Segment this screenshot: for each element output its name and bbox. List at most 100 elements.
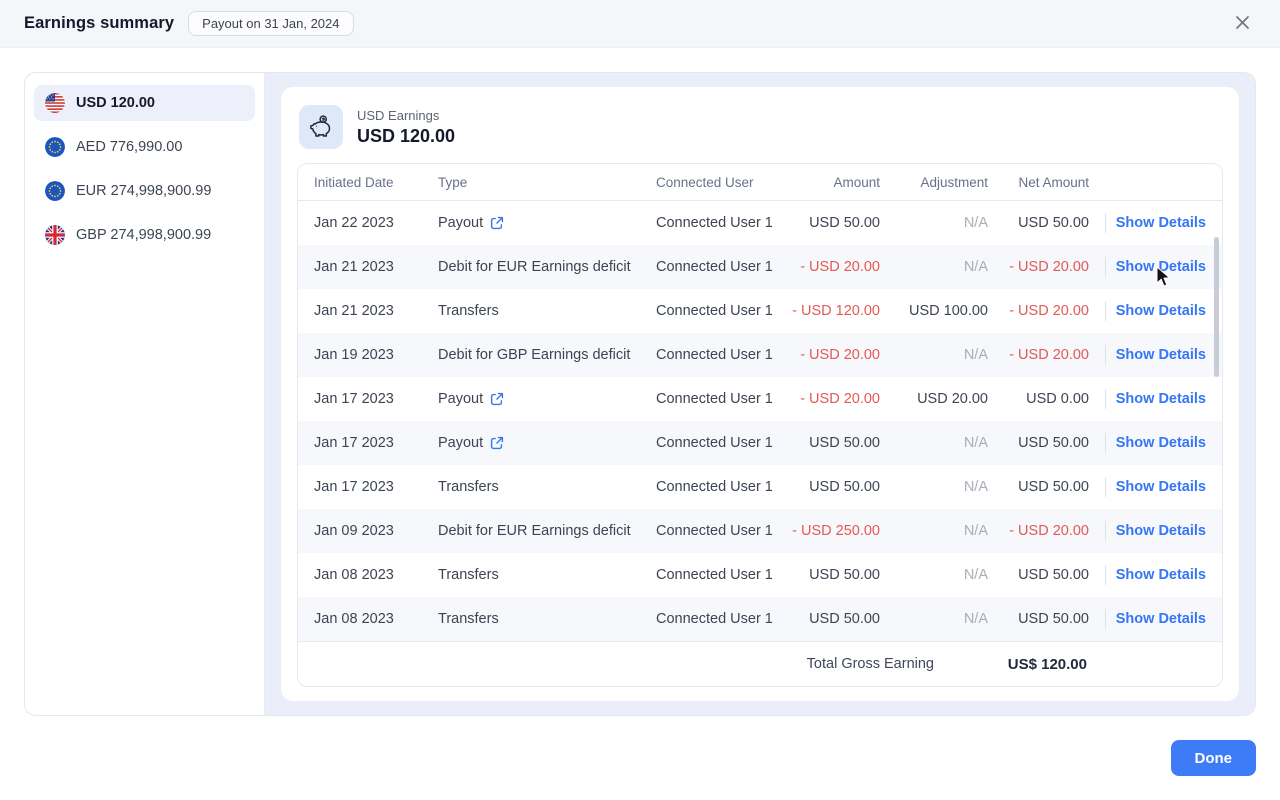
currency-sidebar: USD 120.00 AED 776,990.00 EUR 274,998,90…	[25, 73, 265, 715]
table-row: Jan 17 2023 Payout Connected User 1 - US…	[298, 377, 1222, 421]
show-details-link[interactable]: Show Details	[1116, 523, 1206, 539]
show-details-link[interactable]: Show Details	[1116, 479, 1206, 495]
amount-cell: - USD 120.00	[786, 303, 880, 319]
row-divider	[1105, 565, 1106, 585]
piggy-bank-icon	[299, 105, 343, 149]
net-amount-cell: - USD 20.00	[988, 303, 1089, 319]
connected-user-cell: Connected User 1	[656, 391, 786, 407]
connected-user-cell: Connected User 1	[656, 303, 786, 319]
table-body: Jan 22 2023 Payout Connected User 1 USD …	[298, 201, 1222, 641]
total-gross-earning-value: US$ 120.00	[986, 656, 1087, 673]
table-row: Jan 08 2023 Transfers Connected User 1 U…	[298, 553, 1222, 597]
eu-flag-icon	[45, 137, 65, 157]
amount-cell: - USD 250.00	[786, 523, 880, 539]
net-amount-cell: - USD 20.00	[988, 259, 1089, 275]
amount-cell: USD 50.00	[786, 435, 880, 451]
close-button[interactable]	[1228, 10, 1256, 38]
row-divider	[1105, 389, 1106, 409]
amount-cell: - USD 20.00	[786, 347, 880, 363]
table-row: Jan 08 2023 Transfers Connected User 1 U…	[298, 597, 1222, 641]
amount-cell: - USD 20.00	[786, 259, 880, 275]
external-link-icon[interactable]	[490, 392, 504, 406]
col-type: Type	[438, 175, 656, 190]
amount-cell: USD 50.00	[786, 611, 880, 627]
adjustment-cell: N/A	[880, 215, 988, 231]
table-header-row: Initiated Date Type Connected User Amoun…	[298, 164, 1222, 201]
sidebar-item-aed[interactable]: AED 776,990.00	[34, 129, 255, 165]
main-area: USD Earnings USD 120.00 Initiated Date T…	[265, 73, 1255, 715]
col-amount: Amount	[786, 175, 880, 190]
amount-cell: USD 50.00	[786, 479, 880, 495]
sidebar-item-gbp[interactable]: GBP 274,998,900.99	[34, 217, 255, 253]
close-icon	[1234, 14, 1251, 34]
initiated-date-cell: Jan 21 2023	[298, 259, 438, 275]
table-row: Jan 21 2023 Transfers Connected User 1 -…	[298, 289, 1222, 333]
net-amount-cell: USD 50.00	[988, 215, 1089, 231]
type-cell: Debit for EUR Earnings deficit	[438, 523, 656, 539]
earnings-panel: USD 120.00 AED 776,990.00 EUR 274,998,90…	[24, 72, 1256, 716]
col-initiated-date: Initiated Date	[298, 175, 438, 190]
external-link-icon[interactable]	[490, 436, 504, 450]
adjustment-cell: USD 20.00	[880, 391, 988, 407]
sidebar-item-usd[interactable]: USD 120.00	[34, 85, 255, 121]
initiated-date-cell: Jan 17 2023	[298, 391, 438, 407]
footer-actions: Done	[0, 716, 1280, 776]
show-details-link[interactable]: Show Details	[1116, 215, 1206, 231]
initiated-date-cell: Jan 22 2023	[298, 215, 438, 231]
page-title: Earnings summary	[24, 14, 174, 33]
earnings-label: USD Earnings	[357, 108, 455, 123]
initiated-date-cell: Jan 08 2023	[298, 611, 438, 627]
table-scrollbar-thumb[interactable]	[1214, 237, 1219, 377]
show-details-link[interactable]: Show Details	[1116, 611, 1206, 627]
row-divider	[1105, 301, 1106, 321]
us-flag-icon	[45, 93, 65, 113]
net-amount-cell: - USD 20.00	[988, 523, 1089, 539]
table-row: Jan 09 2023 Debit for EUR Earnings defic…	[298, 509, 1222, 553]
table-footer-row: Total Gross Earning US$ 120.00	[298, 641, 1222, 686]
type-cell: Debit for EUR Earnings deficit	[438, 259, 656, 275]
col-adjustment: Adjustment	[880, 175, 988, 190]
show-details-link[interactable]: Show Details	[1116, 347, 1206, 363]
connected-user-cell: Connected User 1	[656, 611, 786, 627]
table-row: Jan 17 2023 Transfers Connected User 1 U…	[298, 465, 1222, 509]
sidebar-item-eur[interactable]: EUR 274,998,900.99	[34, 173, 255, 209]
type-cell: Transfers	[438, 567, 656, 583]
gb-flag-icon	[45, 225, 65, 245]
row-divider	[1105, 477, 1106, 497]
net-amount-cell: USD 50.00	[988, 567, 1089, 583]
net-amount-cell: USD 50.00	[988, 479, 1089, 495]
row-divider	[1105, 433, 1106, 453]
initiated-date-cell: Jan 17 2023	[298, 479, 438, 495]
table-row: Jan 21 2023 Debit for EUR Earnings defic…	[298, 245, 1222, 289]
row-divider	[1105, 345, 1106, 365]
col-connected-user: Connected User	[656, 175, 786, 190]
show-details-link[interactable]: Show Details	[1116, 391, 1206, 407]
show-details-link[interactable]: Show Details	[1116, 435, 1206, 451]
adjustment-cell: N/A	[880, 259, 988, 275]
type-cell: Transfers	[438, 303, 656, 319]
adjustment-cell: N/A	[880, 479, 988, 495]
adjustment-cell: N/A	[880, 611, 988, 627]
row-divider	[1105, 521, 1106, 541]
connected-user-cell: Connected User 1	[656, 523, 786, 539]
transactions-table: Initiated Date Type Connected User Amoun…	[297, 163, 1223, 687]
eu-flag-icon	[45, 181, 65, 201]
total-gross-earning-label: Total Gross Earning	[298, 656, 934, 672]
connected-user-cell: Connected User 1	[656, 347, 786, 363]
done-button[interactable]: Done	[1171, 740, 1257, 776]
adjustment-cell: N/A	[880, 435, 988, 451]
show-details-link[interactable]: Show Details	[1116, 567, 1206, 583]
external-link-icon[interactable]	[490, 216, 504, 230]
show-details-link[interactable]: Show Details	[1116, 259, 1206, 275]
row-divider	[1105, 213, 1106, 233]
type-cell: Debit for GBP Earnings deficit	[438, 347, 656, 363]
initiated-date-cell: Jan 19 2023	[298, 347, 438, 363]
adjustment-cell: USD 100.00	[880, 303, 988, 319]
net-amount-cell: USD 50.00	[988, 611, 1089, 627]
net-amount-cell: - USD 20.00	[988, 347, 1089, 363]
type-cell: Transfers	[438, 479, 656, 495]
show-details-link[interactable]: Show Details	[1116, 303, 1206, 319]
type-cell: Payout	[438, 435, 656, 451]
initiated-date-cell: Jan 09 2023	[298, 523, 438, 539]
row-divider	[1105, 257, 1106, 277]
